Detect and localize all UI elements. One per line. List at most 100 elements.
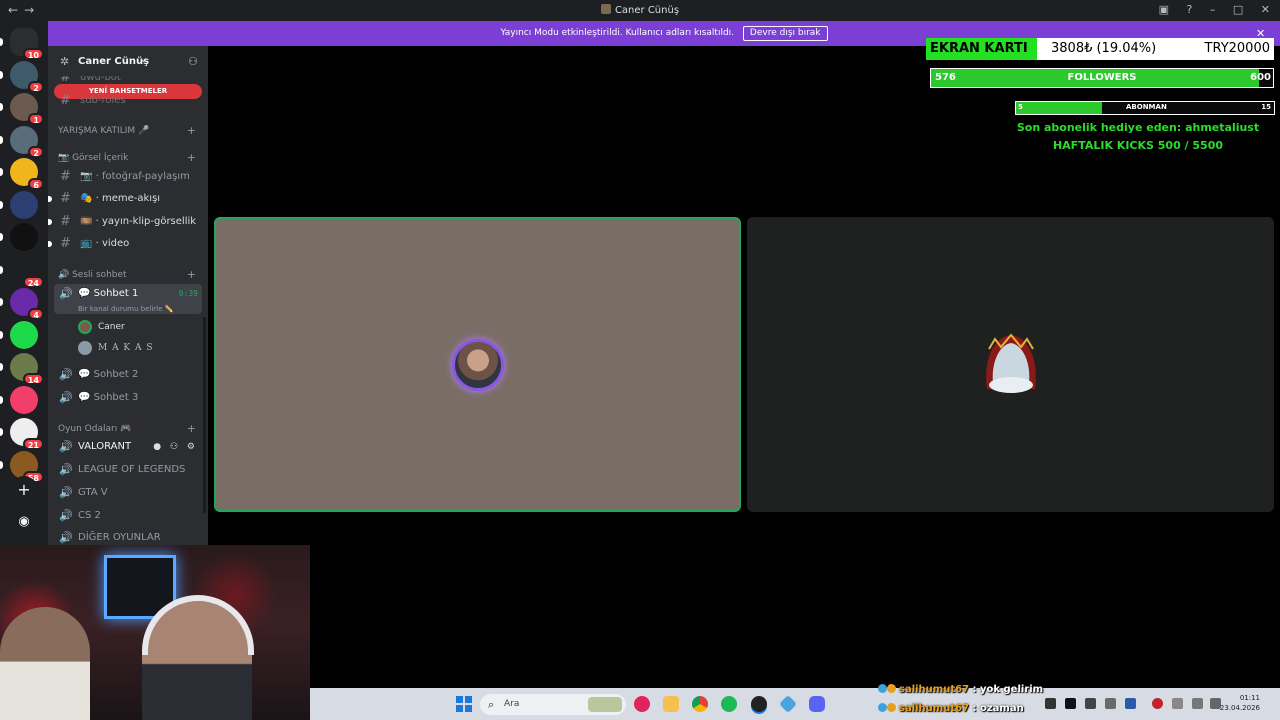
obs-icon[interactable] <box>751 696 767 712</box>
voice-channel-sohbet-2[interactable]: 🔊 💬 Sohbet 2 <box>48 365 208 385</box>
discord-icon[interactable] <box>809 696 825 712</box>
gpu-goal-amount: 3808₺ (19.04%) <box>1051 41 1157 56</box>
maximize-icon[interactable]: □ <box>1233 3 1243 16</box>
server-icon[interactable]: 24 <box>10 255 44 288</box>
channel-video[interactable]: # 📺 · video <box>48 234 208 254</box>
sidebar-scrollbar[interactable] <box>203 317 206 513</box>
notification-badge: 21 <box>22 438 44 450</box>
voice-channel-sohbet-3[interactable]: 🔊 💬 Sohbet 3 <box>48 388 208 408</box>
windows-taskbar: ⌕ Ara 01:11 23.04.2026 <box>310 688 1280 720</box>
sub-goal: 15 <box>1261 103 1271 111</box>
server-icon[interactable]: 21 <box>10 418 44 450</box>
windows-start-icon[interactable] <box>456 696 472 712</box>
close-icon[interactable]: ✕ <box>1256 27 1265 40</box>
category-sesli[interactable]: 🔊 Sesli sohbet + <box>48 265 208 285</box>
voice-tile-makas[interactable] <box>747 217 1274 512</box>
voice-user-caner[interactable]: Caner <box>78 317 202 337</box>
channel-sub-roles[interactable]: # sub-roles <box>48 91 208 111</box>
tray-icon[interactable] <box>1085 698 1096 709</box>
voice-tile-caner[interactable] <box>214 217 741 512</box>
server-icon[interactable] <box>10 190 38 219</box>
avatar <box>78 320 92 334</box>
network-icon[interactable] <box>1192 698 1203 709</box>
voice-channel-cs2[interactable]: 🔊 CS 2 <box>48 506 208 526</box>
category-oyun[interactable]: Oyun Odaları 🎮 + <box>48 419 208 439</box>
tray-icon[interactable] <box>1125 698 1136 709</box>
category-yarisma[interactable]: YARIŞMA KATILIM 🎤 + <box>48 121 208 141</box>
spotify-icon[interactable] <box>721 696 737 712</box>
server-icon[interactable]: 4 <box>10 288 44 320</box>
banner-text: Yayıncı Modu etkinleştirildi. Kullanıcı … <box>500 28 735 38</box>
notification-badge: 2 <box>28 145 44 158</box>
add-channel-icon[interactable]: + <box>187 265 196 285</box>
chat-message: salihumut67 : yok gelirim <box>878 684 1043 695</box>
server-icon[interactable]: 2 <box>10 125 44 158</box>
unread-pill <box>0 298 3 306</box>
category-gorsel[interactable]: 📷 Görsel İçerik + <box>48 148 208 168</box>
app-icon[interactable] <box>778 694 798 714</box>
taskbar-clock[interactable]: 01:11 23.04.2026 <box>1220 693 1260 713</box>
sub-goal-fill <box>1016 102 1102 114</box>
hash-icon: # <box>60 169 71 184</box>
chrome-icon[interactable] <box>692 696 708 712</box>
unread-pill <box>0 168 3 176</box>
followers-goal-bar: 576 FOLLOWERS 600 <box>930 68 1274 88</box>
server-icon[interactable]: 58 <box>10 450 44 483</box>
tray-icon[interactable] <box>1045 698 1056 709</box>
server-icon[interactable] <box>10 320 38 349</box>
unread-pill <box>0 233 3 241</box>
channel-yayin-klip[interactable]: # 🎞️ · yayın-klip-görsellik <box>48 212 208 232</box>
webcam-feed <box>0 545 310 720</box>
disable-streamer-mode-button[interactable]: Devre dışı bırak <box>742 26 828 41</box>
help-icon[interactable]: ? <box>1187 3 1193 16</box>
add-channel-icon[interactable]: + <box>187 121 196 141</box>
taskbar-search[interactable]: ⌕ Ara <box>480 694 626 715</box>
inbox-icon[interactable]: ▣ <box>1159 3 1169 16</box>
unread-pill <box>0 460 3 469</box>
voice-channel-valorant[interactable]: 🔊 VALORANT ● ⚇ ⚙ <box>48 437 208 457</box>
channel-actions[interactable]: ● ⚇ ⚙ <box>153 437 198 457</box>
voice-channel-gta-v[interactable]: 🔊 GTA V <box>48 483 208 503</box>
unread-pill <box>0 428 3 436</box>
hash-icon: # <box>60 214 71 229</box>
server-icon[interactable]: 6 <box>10 158 44 190</box>
media-player-icon[interactable] <box>634 696 650 712</box>
server-icon[interactable]: 2 <box>10 60 44 93</box>
close-window-icon[interactable]: ✕ <box>1261 3 1270 16</box>
clock-time: 01:11 <box>1239 694 1260 702</box>
hash-icon: # <box>60 236 71 251</box>
badge-icon <box>887 703 896 712</box>
window-title: Caner Cünüş <box>0 4 1280 16</box>
unread-indicator <box>48 241 52 247</box>
sub-goal-bar: 5 ABONMAN 15 <box>1015 101 1275 115</box>
channel-fotograf-paylasim[interactable]: # 📷 · fotoğraf-paylaşım <box>48 167 208 187</box>
discover-icon[interactable]: ◉ <box>10 508 38 536</box>
channel-status[interactable]: Bir kanal durumu belirle ✏️ <box>78 304 173 314</box>
voice-user-makas[interactable]: M A K A S <box>78 338 202 358</box>
invite-user-icon[interactable]: ⚇ <box>188 55 198 68</box>
tray-icon[interactable] <box>1065 698 1076 709</box>
server-icon[interactable]: 1 <box>10 93 44 125</box>
gpu-goal-label: EKRAN KARTI <box>930 41 1028 56</box>
server-header[interactable]: ✲ Caner Cünüş ⌄ ⚇ <box>48 46 208 76</box>
notification-badge: 2 <box>28 80 44 93</box>
server-icon[interactable]: 14 <box>10 353 44 385</box>
add-channel-icon[interactable]: + <box>187 419 196 439</box>
add-server-icon[interactable]: + <box>10 476 38 504</box>
minimize-icon[interactable]: – <box>1210 3 1216 16</box>
tray-icon[interactable] <box>1152 698 1163 709</box>
channel-sidebar: # uwu-bot ✲ Caner Cünüş ⌄ ⚇ YENİ BAHSETME… <box>48 46 208 551</box>
add-channel-icon[interactable]: + <box>187 148 196 168</box>
server-icon[interactable] <box>10 385 38 414</box>
file-explorer-icon[interactable] <box>663 696 679 712</box>
server-icon[interactable]: 10 <box>10 28 44 60</box>
sub-label: ABONMAN <box>1126 103 1167 111</box>
window-controls: ▣ ? – □ ✕ <box>1145 3 1270 16</box>
mic-icon[interactable] <box>1172 698 1183 709</box>
channel-meme-akisi[interactable]: # 🎭 · meme-akışı <box>48 189 208 209</box>
unread-pill <box>0 363 3 371</box>
voice-channel-sohbet-1[interactable]: 🔊 💬 Sohbet 1 0:39 Bir kanal durumu belir… <box>54 284 202 314</box>
voice-channel-lol[interactable]: 🔊 LEAGUE OF LEGENDS <box>48 460 208 480</box>
tray-icon[interactable] <box>1105 698 1116 709</box>
server-icon[interactable] <box>10 223 38 251</box>
